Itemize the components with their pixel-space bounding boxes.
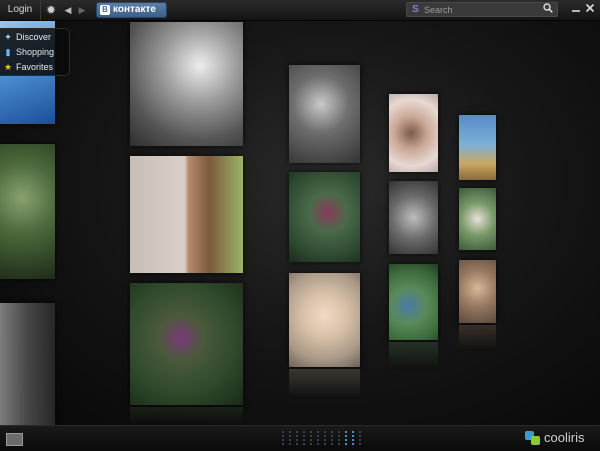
scrubber-dot [310, 431, 312, 433]
scrubber-dot [282, 443, 284, 445]
scrubber-dot [303, 435, 305, 437]
scrubber-dot [317, 431, 319, 433]
scrubber-dot [324, 439, 326, 441]
scrubber-dot [352, 443, 354, 445]
source-tab-vkontakte[interactable]: В контакте [96, 2, 167, 18]
scrubber-dot [324, 431, 326, 433]
scrubber-dot [338, 435, 340, 437]
scrubber-dot [345, 443, 347, 445]
menu-item-shopping[interactable]: ▮ Shopping [3, 45, 69, 60]
photo-tile[interactable] [389, 181, 438, 254]
photo-tile[interactable] [459, 260, 496, 323]
scrubber-dot [352, 431, 354, 433]
shopping-bag-icon: ▮ [5, 47, 11, 57]
scrubber-dot [359, 435, 361, 437]
minimize-icon[interactable] [570, 3, 582, 17]
photo-tile[interactable] [0, 144, 55, 279]
scrubber-dot [310, 439, 312, 441]
top-toolbar: Login ✹ ◀ ▶ В контакте S [0, 0, 600, 21]
scrubber-dot [289, 439, 291, 441]
cooliris-logo-icon [525, 431, 541, 445]
scrubber-dot [352, 435, 354, 437]
scrubber-dot [303, 439, 305, 441]
scrubber-dot [310, 443, 312, 445]
scrubber-dot [289, 443, 291, 445]
scrubber-dot [296, 443, 298, 445]
scrubber-dot [317, 435, 319, 437]
photo-tile[interactable] [289, 273, 360, 367]
scrubber-dot [338, 443, 340, 445]
photo-tile[interactable] [130, 22, 243, 146]
photo-tile[interactable] [289, 172, 360, 262]
photo-tile[interactable] [289, 65, 360, 163]
scrubber-dot [338, 439, 340, 441]
menu-item-label: Discover [16, 32, 52, 42]
photo-reflection [459, 325, 496, 351]
scrubber-dot [324, 435, 326, 437]
photo-tile[interactable] [130, 283, 243, 405]
side-menu: ✦ Discover ▮ Shopping ★ Favorites [0, 28, 70, 76]
bottom-bar: cooliris [0, 425, 600, 451]
sparkle-icon: ✦ [4, 32, 12, 42]
menu-item-label: Favorites [16, 62, 54, 72]
scrubber-dot [317, 443, 319, 445]
scrubber-dot [289, 435, 291, 437]
scrubber-dot [282, 439, 284, 441]
scrubber-dot [359, 443, 361, 445]
scrubber-dot [331, 435, 333, 437]
scrubber-dot [331, 431, 333, 433]
menu-item-favorites[interactable]: ★ Favorites [3, 60, 69, 75]
photo-wall[interactable]: ✦ Discover ▮ Shopping ★ Favorites [0, 21, 600, 425]
photo-reflection [130, 407, 243, 425]
search-box[interactable]: S [406, 2, 558, 17]
scrubber-dot [303, 443, 305, 445]
scrubber-dot [310, 435, 312, 437]
scrubber-dot [296, 435, 298, 437]
photo-tile[interactable] [389, 264, 438, 340]
scrubber-dot [296, 439, 298, 441]
page-scrubber[interactable] [282, 430, 370, 448]
scrubber-dot [303, 431, 305, 433]
menu-item-label: Shopping [16, 47, 55, 57]
photo-tile[interactable] [459, 188, 496, 250]
brand-logo-text: cooliris [544, 430, 585, 445]
search-icon[interactable] [542, 3, 554, 16]
vk-logo-icon: В [100, 5, 110, 15]
scrubber-dot [282, 431, 284, 433]
scrubber-dot [324, 443, 326, 445]
photo-reflection [289, 369, 360, 399]
source-tab-label: контакте [113, 4, 156, 15]
scrubber-dot [331, 443, 333, 445]
photo-reflection [389, 342, 438, 370]
scrubber-dot [289, 431, 291, 433]
login-button[interactable]: Login [0, 0, 41, 20]
thumbnail-view-icon[interactable] [6, 433, 23, 446]
scrubber-dot [317, 439, 319, 441]
photo-tile[interactable] [130, 156, 243, 273]
forward-arrow-icon[interactable]: ▶ [77, 3, 87, 17]
scrubber-dot [331, 439, 333, 441]
scrubber-dot [338, 431, 340, 433]
scrubber-dot [345, 435, 347, 437]
scrubber-dot [359, 439, 361, 441]
scrubber-dot [282, 435, 284, 437]
star-icon: ★ [3, 62, 13, 72]
search-engine-icon[interactable]: S [410, 4, 421, 15]
search-input[interactable] [424, 3, 539, 16]
scrubber-dot [359, 431, 361, 433]
gear-icon[interactable]: ✹ [44, 3, 58, 17]
photo-tile[interactable] [389, 94, 438, 172]
scrubber-dot [352, 439, 354, 441]
close-icon[interactable] [584, 3, 596, 17]
back-arrow-icon[interactable]: ◀ [63, 3, 73, 17]
scrubber-dot [345, 431, 347, 433]
photo-tile[interactable] [0, 303, 55, 425]
scrubber-dot [345, 439, 347, 441]
menu-item-discover[interactable]: ✦ Discover [3, 30, 69, 45]
scrubber-dot [296, 431, 298, 433]
photo-tile[interactable] [459, 115, 496, 180]
